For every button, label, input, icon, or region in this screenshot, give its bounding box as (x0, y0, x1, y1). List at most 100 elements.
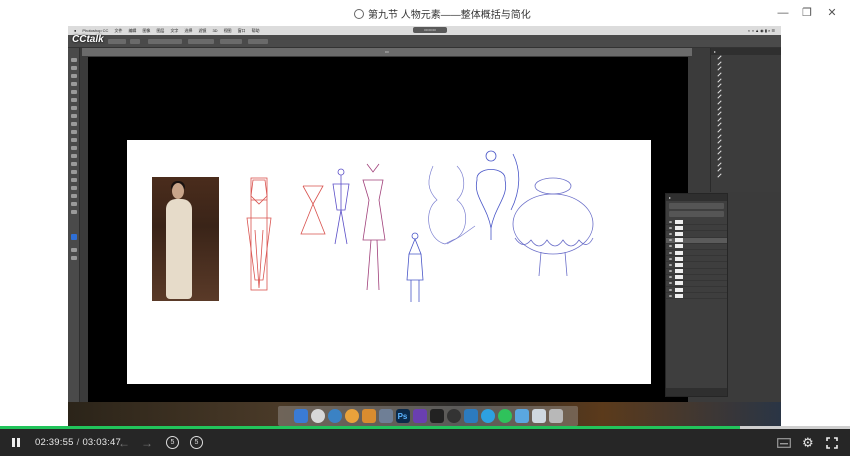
layers-blend-control (669, 203, 724, 209)
tool-icon (71, 122, 77, 126)
cctalk-watermark: CCtalk (72, 34, 104, 45)
menu-view: 视图 (223, 27, 232, 33)
layers-lock-control (669, 211, 724, 217)
rewind-5-button[interactable]: 5 (166, 429, 179, 456)
previous-button[interactable]: ← (118, 429, 130, 456)
option-chip (188, 39, 214, 44)
settings-button[interactable]: ⚙ (802, 429, 814, 456)
forward-icon: 5 (190, 436, 203, 449)
red-sketch-figure (246, 177, 272, 291)
finder-icon (293, 409, 308, 423)
ps-toolbox (68, 48, 80, 402)
player-controls: 02:39:55 / 03:03:47 ← → 5 5 ⚙ (0, 429, 850, 456)
tool-icon (71, 202, 77, 206)
video-frame[interactable]: ● Photoshop CC 文件 编辑 图像 图层 文字 选择 滤镜 3D 视… (68, 26, 781, 428)
artboard (127, 140, 651, 384)
document-icon (531, 409, 546, 423)
tool-icon (71, 194, 77, 198)
ps-canvas-area (88, 57, 688, 402)
video-player-window: 第九节 人物元素——整体概括与简化 — ❐ ✕ ● Photoshop CC 文… (0, 0, 850, 456)
restore-button[interactable]: ❐ (799, 5, 815, 21)
blue-small-figure (406, 232, 424, 302)
subtitle-icon (777, 437, 791, 448)
tool-icon (71, 114, 77, 118)
arrow-left-icon: ← (118, 435, 130, 450)
apple-icon: ● (74, 28, 77, 33)
purple-stick-figure (332, 168, 350, 245)
minimize-button[interactable]: — (775, 5, 791, 21)
brush-preset-item (711, 172, 781, 178)
layers-panel-header: ▸ (666, 194, 727, 201)
menu-3d: 3D (212, 28, 218, 33)
tool-icon (71, 178, 77, 182)
menu-filter: 滤镜 (198, 27, 207, 33)
close-button[interactable]: ✕ (824, 5, 840, 21)
pause-button[interactable] (11, 429, 21, 456)
photos-icon (344, 409, 359, 423)
next-button[interactable]: → (141, 429, 153, 456)
menu-app: Photoshop CC (82, 28, 109, 33)
menu-image: 图像 (142, 27, 151, 33)
layers-panel-footer (666, 388, 727, 396)
wechat-icon (497, 409, 512, 423)
red-hourglass (300, 185, 326, 235)
utility-icon (446, 409, 461, 423)
layers-panel: ▸ (665, 193, 728, 397)
menu-edit: 编辑 (128, 27, 137, 33)
tool-icon (71, 248, 77, 252)
safari-icon (310, 409, 325, 423)
menu-file: 文件 (114, 27, 123, 33)
cctalk-logo-icon (354, 8, 364, 19)
layer-row (666, 293, 727, 300)
tool-icon (71, 210, 77, 214)
blue-ruffle-figure (512, 177, 594, 277)
mac-dock: Ps (278, 406, 578, 426)
fullscreen-icon (826, 436, 838, 449)
mac-status-icons: ◐ ◑ ▲ ◉ ▮ ⌕ ☰ (748, 28, 775, 33)
window-title-text: 第九节 人物元素——整体概括与简化 (368, 10, 531, 21)
menu-type: 文字 (170, 27, 179, 33)
tool-icon (71, 154, 77, 158)
time-display: 02:39:55 / 03:03:47 (35, 429, 121, 456)
menu-help: 帮助 (251, 27, 260, 33)
ps-options-bar: CCtalk (68, 34, 781, 48)
tool-icon (71, 90, 77, 94)
document-tab: ▭ (82, 48, 692, 56)
menu-select: 选择 (184, 27, 193, 33)
pause-icon (12, 438, 20, 447)
tool-icon (71, 58, 77, 62)
trash-icon (548, 409, 563, 423)
rewind-icon: 5 (166, 436, 179, 449)
tool-icon (71, 74, 77, 78)
subtitle-button[interactable] (777, 429, 791, 456)
brush-presets-panel: ▸ (710, 48, 781, 192)
tool-icon (71, 162, 77, 166)
current-time: 02:39:55 (35, 437, 74, 448)
foreground-color-swatch (71, 234, 77, 240)
qq-icon (429, 409, 444, 423)
fullscreen-button[interactable] (826, 429, 838, 456)
option-chip (108, 39, 126, 44)
arrow-right-icon: → (141, 435, 153, 450)
preview-icon (378, 409, 393, 423)
figure-sketches (246, 150, 594, 302)
qq-browser-icon (480, 409, 495, 423)
app-icon (463, 409, 478, 423)
blue-bell-figure (475, 150, 520, 240)
window-title: 第九节 人物元素——整体概括与简化 (354, 6, 531, 21)
red-purple-dress-figure (362, 163, 386, 291)
recording-clock: 00:00:00 (413, 27, 447, 33)
menu-window: 窗口 (237, 27, 246, 33)
tool-icon (71, 82, 77, 86)
gear-icon: ⚙ (802, 434, 814, 450)
blue-vase-sketch (428, 165, 476, 245)
tool-icon (71, 186, 77, 190)
forward-5-button[interactable]: 5 (190, 429, 203, 456)
menu-layer: 图层 (156, 27, 165, 33)
tool-icon (71, 256, 77, 260)
tool-icon (71, 98, 77, 102)
option-chip (220, 39, 242, 44)
tool-icon (71, 106, 77, 110)
tool-icon (71, 146, 77, 150)
keynote-icon (361, 409, 376, 423)
